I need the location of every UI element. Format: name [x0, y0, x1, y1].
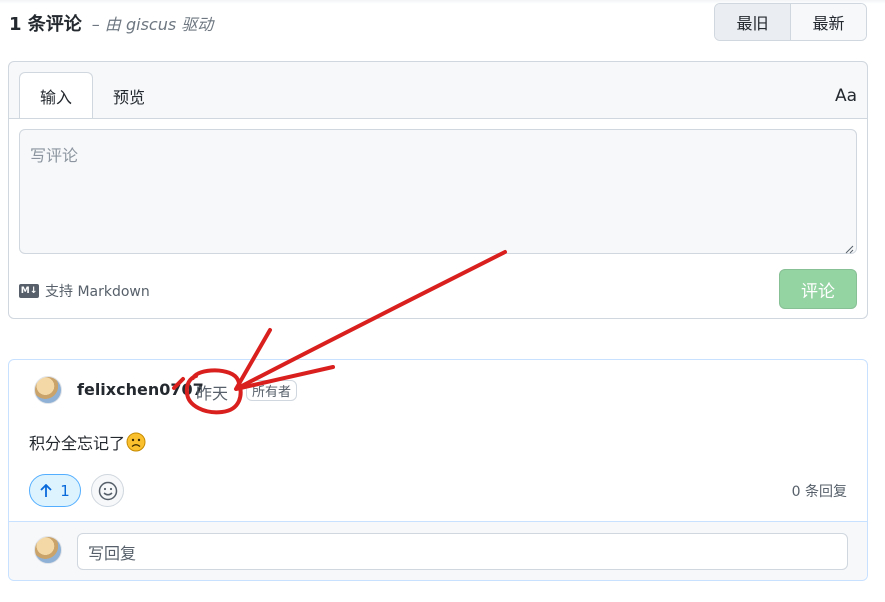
reply-bar: 写回复 [9, 521, 867, 580]
comment-author[interactable]: felixchen0707 [77, 380, 204, 399]
markdown-icon: M↓ [19, 284, 39, 298]
comment-count: 1 条评论 [9, 14, 82, 35]
sort-order-group: 最旧 最新 [714, 3, 867, 41]
reply-count: 0 条回复 [791, 484, 847, 500]
sort-oldest-button[interactable]: 最旧 [715, 4, 790, 40]
owner-badge: 所有者 [246, 380, 298, 401]
upvote-button[interactable]: 1 [29, 474, 81, 507]
powered-by[interactable]: – 由 giscus 驱动 [92, 11, 213, 35]
author-avatar[interactable] [34, 376, 62, 404]
comment-time[interactable]: 昨天 [196, 380, 228, 404]
arrow-up-icon [40, 483, 52, 497]
viewer-avatar [34, 536, 62, 564]
comments-header: 1 条评论 – 由 giscus 驱动 [9, 10, 213, 35]
editor-body: 写评论 M↓ 支持 Markdown 评论 [9, 119, 867, 318]
resize-handle-icon[interactable] [844, 244, 854, 254]
comment-body: 积分全忘记了 [29, 430, 146, 454]
reply-input[interactable]: 写回复 [77, 533, 848, 570]
sort-newest-button[interactable]: 最新 [790, 4, 866, 40]
editor-tabs: 输入 预览 [19, 72, 165, 119]
smiley-icon [98, 481, 117, 500]
tab-write[interactable]: 输入 [19, 72, 94, 119]
add-reaction-button[interactable] [91, 474, 124, 507]
comment-card: felixchen0707 昨天 所有者 积分全忘记了 1 0 条回复 写回复 [8, 359, 868, 581]
frowning-face-icon [126, 432, 146, 452]
tab-preview[interactable]: 预览 [93, 72, 165, 119]
upvote-count: 1 [60, 481, 70, 500]
comment-textarea[interactable]: 写评论 [19, 129, 857, 254]
comment-editor: 输入 预览 Aa 写评论 M↓ 支持 Markdown 评论 [8, 61, 868, 319]
submit-comment-button[interactable]: 评论 [779, 269, 857, 309]
format-toggle-button[interactable]: Aa [835, 86, 857, 106]
markdown-note-label: 支持 Markdown [45, 284, 150, 300]
markdown-note[interactable]: M↓ 支持 Markdown [19, 281, 150, 301]
comment-text: 积分全忘记了 [29, 434, 126, 453]
